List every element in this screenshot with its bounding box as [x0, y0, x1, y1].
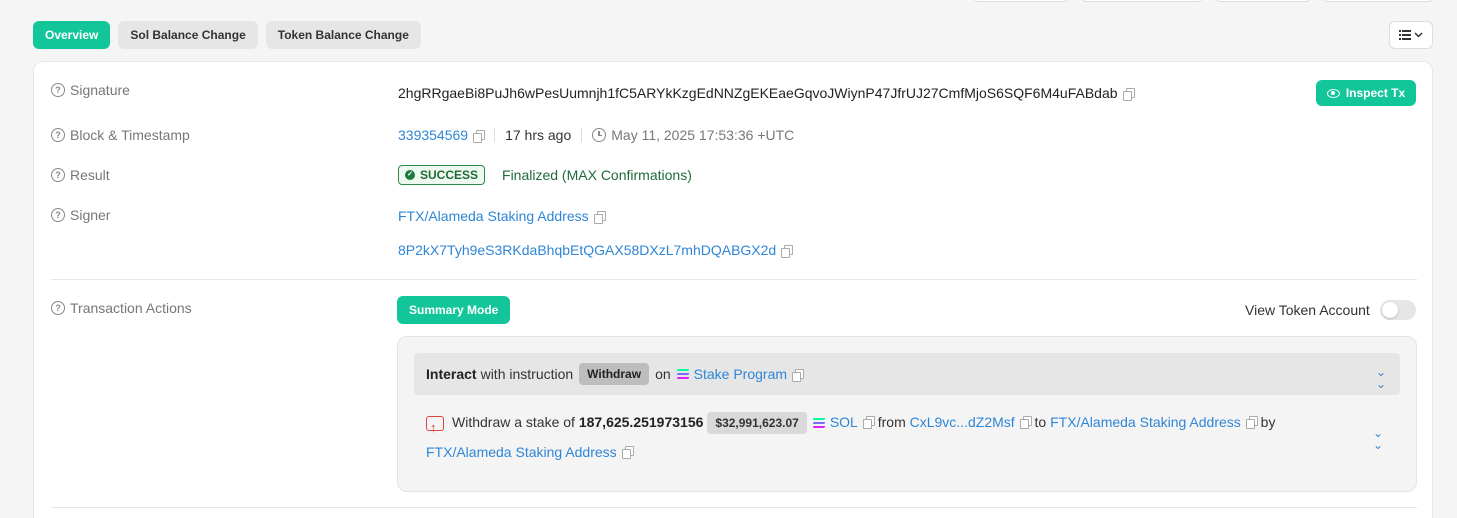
tab-sol-balance-change[interactable]: Sol Balance Change — [118, 21, 258, 49]
list-icon — [1399, 30, 1411, 40]
clock-icon — [592, 128, 607, 142]
signer-name-link[interactable]: FTX/Alameda Staking Address — [398, 208, 589, 224]
copy-icon[interactable] — [781, 244, 794, 258]
section-divider — [51, 507, 1417, 508]
token-link[interactable]: SOL — [830, 414, 858, 430]
copy-icon[interactable] — [1245, 416, 1258, 429]
interact-label: Interact — [426, 366, 477, 382]
question-circle-icon: ? — [51, 208, 65, 222]
top-button-stub[interactable] — [1216, 0, 1310, 2]
double-chevron-down-icon[interactable]: ⌄ ⌄ — [1373, 427, 1383, 451]
copy-icon[interactable] — [792, 368, 805, 382]
signature-value: 2hgRRgaeBi8PuJh6wPesUumnjh1fC5ARYkKzgEdN… — [398, 85, 1118, 101]
copy-icon[interactable] — [473, 129, 486, 143]
check-circle-icon: ✓ — [405, 170, 415, 180]
copy-icon[interactable] — [621, 446, 634, 459]
question-circle-icon: ? — [51, 301, 65, 315]
signature-value-row: 2hgRRgaeBi8PuJh6wPesUumnjh1fC5ARYkKzgEdN… — [398, 85, 1135, 101]
view-token-account: View Token Account — [1245, 300, 1416, 320]
double-chevron-down-icon[interactable]: ⌄ ⌄ — [1376, 366, 1386, 390]
to-label: to — [1034, 414, 1047, 430]
question-circle-icon: ? — [51, 168, 65, 182]
top-button-stub[interactable] — [974, 0, 1068, 2]
status-badge: ✓ SUCCESS — [398, 165, 486, 185]
solana-logo-icon — [676, 369, 690, 379]
transaction-actions-label: ? Transaction Actions — [51, 300, 192, 316]
to-address-link[interactable]: FTX/Alameda Staking Address — [1050, 414, 1241, 430]
withdraw-prefix: Withdraw a stake of — [452, 414, 575, 430]
divider — [581, 128, 583, 142]
section-divider — [51, 279, 1417, 280]
confirmation-status: Finalized (MAX Confirmations) — [502, 167, 692, 183]
inspect-tx-button[interactable]: Inspect Tx — [1316, 80, 1416, 106]
with-instruction-label: with instruction — [480, 366, 574, 382]
top-toolbar-stubs — [0, 0, 1457, 2]
from-label: from — [877, 414, 906, 430]
from-address-link[interactable]: CxL9vc...dZ2Msf — [910, 414, 1015, 430]
signer-name-row: FTX/Alameda Staking Address — [398, 208, 606, 224]
question-circle-icon: ? — [51, 83, 65, 97]
solana-logo-icon — [812, 418, 826, 429]
instruction-chip: Withdraw — [579, 363, 650, 385]
signer-label: ? Signer — [51, 207, 110, 223]
signature-label: ? Signature — [51, 82, 130, 98]
block-timestamp-value-row: 339354569 17 hrs ago May 11, 2025 17:53:… — [398, 127, 794, 143]
signer-address-link[interactable]: 8P2kX7Tyh9eS3RKdaBhqbEtQGAX58DXzL7mhDQAB… — [398, 242, 776, 258]
top-button-stub[interactable] — [1082, 0, 1202, 2]
copy-icon[interactable] — [593, 210, 606, 224]
chevron-down-icon — [1414, 32, 1423, 38]
block-timestamp-label: ? Block & Timestamp — [51, 127, 190, 143]
top-button-stub[interactable] — [1323, 0, 1433, 2]
actions-box: Interact with instruction Withdraw on St… — [397, 336, 1417, 492]
question-circle-icon: ? — [51, 128, 65, 142]
withdraw-up-arrow-icon — [426, 413, 444, 443]
withdraw-amount: 187,625.251973156 — [578, 414, 704, 430]
tab-token-balance-change[interactable]: Token Balance Change — [265, 21, 421, 49]
eye-icon — [1326, 88, 1340, 98]
copy-icon[interactable] — [1122, 87, 1135, 101]
tab-overview[interactable]: Overview — [33, 21, 111, 49]
overview-card: ? Signature 2hgRRgaeBi8PuJh6wPesUumnjh1f… — [33, 61, 1433, 518]
copy-icon[interactable] — [1019, 416, 1032, 429]
view-token-account-label: View Token Account — [1245, 302, 1370, 318]
signer-address-row: 8P2kX7Tyh9eS3RKdaBhqbEtQGAX58DXzL7mhDQAB… — [398, 242, 794, 258]
summary-mode-button[interactable]: Summary Mode — [397, 296, 511, 324]
block-number-link[interactable]: 339354569 — [398, 127, 468, 143]
by-address-link[interactable]: FTX/Alameda Staking Address — [426, 444, 617, 460]
view-options-button[interactable] — [1389, 21, 1433, 49]
on-label: on — [655, 366, 671, 382]
block-timestamp: May 11, 2025 17:53:36 +UTC — [611, 127, 795, 143]
divider — [494, 128, 496, 142]
result-value-row: ✓ SUCCESS Finalized (MAX Confirmations) — [398, 165, 692, 185]
withdraw-detail: Withdraw a stake of 187,625.251973156$32… — [426, 407, 1346, 467]
view-token-account-toggle[interactable] — [1379, 300, 1416, 320]
instruction-header[interactable]: Interact with instruction Withdraw on St… — [414, 353, 1400, 395]
copy-icon[interactable] — [862, 416, 875, 429]
usd-value-chip: $32,991,623.07 — [707, 412, 807, 434]
result-label: ? Result — [51, 167, 110, 183]
block-age: 17 hrs ago — [505, 127, 572, 143]
by-label: by — [1260, 414, 1276, 430]
tx-tabs: Overview Sol Balance Change Token Balanc… — [33, 21, 421, 49]
stake-program-link[interactable]: Stake Program — [694, 366, 787, 382]
